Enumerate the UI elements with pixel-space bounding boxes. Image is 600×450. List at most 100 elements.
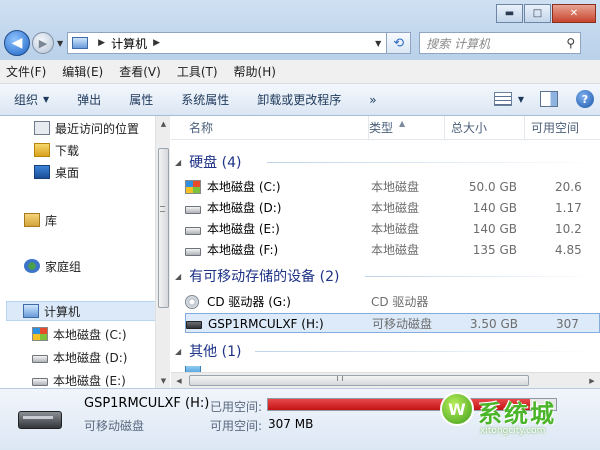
drive-type: CD 驱动器 [371,295,429,309]
details-drive-name: GSP1RMCULXF (H:) [84,396,210,411]
preview-pane-icon[interactable] [540,91,558,107]
drive-total-size: 135 GB [472,243,517,257]
drive-total-size: 50.0 GB [468,180,517,194]
recent-pages-dropdown[interactable]: ▼ [57,39,63,48]
scroll-left-icon[interactable]: ◀ [171,373,187,389]
system-properties-button[interactable]: 系统属性 [181,91,229,108]
drive-row-c[interactable]: 本地磁盘 (C:) 本地磁盘 50.0 GB 20.6 [185,177,600,197]
column-type-label: 类型 [369,121,394,135]
column-header-total[interactable]: 总大小 [445,116,525,140]
back-button[interactable]: ◀ [4,30,30,56]
downloads-folder-icon [34,143,50,157]
sidebar-item-label: 本地磁盘 (C:) [53,327,127,342]
watermark-text: 系统城 [478,400,556,428]
watermark-logo-icon: W [440,392,474,426]
collapse-group-icon[interactable]: ◢ [175,158,181,167]
drive-total-size: 140 GB [472,201,517,215]
hard-drive-icon [185,227,201,235]
collapse-group-icon[interactable]: ◢ [175,272,181,281]
eject-button[interactable]: 弹出 [77,91,101,108]
menu-view[interactable]: 查看(V) [119,63,161,80]
drive-row-e[interactable]: 本地磁盘 (E:) 本地磁盘 140 GB 10.2 [185,219,600,239]
sidebar-item-drive-e[interactable]: 本地磁盘 (E:) [32,370,169,388]
close-button[interactable]: ✕ [552,4,596,23]
drive-name: 本地磁盘 (D:) [207,201,282,215]
search-input[interactable]: 搜索 计算机 ⚲ [419,32,582,54]
usb-drive-icon [186,321,202,329]
address-bar[interactable]: ▶ 计算机 ▶ ▼ [67,32,388,54]
uninstall-button[interactable]: 卸载或更改程序 [257,91,341,108]
help-icon[interactable]: ? [576,90,594,108]
address-dropdown-icon[interactable]: ▼ [370,39,386,48]
search-icon[interactable]: ⚲ [566,36,575,50]
drive-type: 本地磁盘 [371,180,420,194]
menu-file[interactable]: 文件(F) [6,63,46,80]
column-headers: 名称 类型 ▲ 总大小 可用空间 [171,116,600,140]
maximize-button[interactable]: □ [524,4,551,23]
group-title: 硬盘 (4) [189,155,242,171]
command-bar: 组织 ▼ 弹出 属性 系统属性 卸载或更改程序 » ▼ ? [0,84,600,116]
menu-bar: 文件(F) 编辑(E) 查看(V) 工具(T) 帮助(H) [0,60,600,84]
group-header-hard-disks[interactable]: ◢ 硬盘 (4) [175,152,241,172]
menu-help[interactable]: 帮助(H) [234,63,276,80]
drive-name: CD 驱动器 (G:) [207,295,291,309]
windows-drive-icon [185,180,201,194]
group-title: 其他 (1) [189,344,242,360]
file-list-pane: 名称 类型 ▲ 总大小 可用空间 ◢ 硬盘 (4) 本地磁盘 (C:) 本地磁盘… [171,116,600,388]
scrollbar-grip-icon [160,206,165,212]
sidebar-item-label: 家庭组 [45,259,82,274]
more-commands-button[interactable]: » [369,93,376,107]
menu-tools[interactable]: 工具(T) [177,63,218,80]
computer-icon [23,304,39,318]
view-options-chevron-icon[interactable]: ▼ [518,95,524,104]
scroll-down-icon[interactable]: ▼ [156,373,171,388]
column-header-free[interactable]: 可用空间 [525,116,600,140]
drive-row-d[interactable]: 本地磁盘 (D:) 本地磁盘 140 GB 1.17 [185,198,600,218]
navigation-pane: 最近访问的位置 下载 桌面 库 家庭组 计算机 本地磁盘 (C:) 本地磁盘 (… [0,116,170,388]
window-chrome: ▬ □ ✕ ◀ ▶ ▼ ▶ 计算机 ▶ ▼ ⟲ 搜索 计算机 ⚲ [0,0,600,60]
sidebar-item-homegroup[interactable]: 家庭组 [24,256,169,276]
organize-button[interactable]: 组织 ▼ [14,91,49,108]
forward-button[interactable]: ▶ [32,32,54,54]
sidebar-item-label: 计算机 [44,304,81,319]
column-header-type[interactable]: 类型 ▲ [363,116,445,140]
group-divider [365,276,597,277]
hard-drive-icon [185,248,201,256]
sidebar-item-label: 最近访问的位置 [55,121,140,136]
sidebar-item-downloads[interactable]: 下载 [34,140,169,160]
sidebar-item-desktop[interactable]: 桌面 [34,162,169,182]
drive-row-f[interactable]: 本地磁盘 (F:) 本地磁盘 135 GB 4.85 [185,240,600,260]
scroll-right-icon[interactable]: ▶ [584,373,600,389]
change-view-icon[interactable] [493,92,512,106]
search-placeholder: 搜索 计算机 [426,36,490,51]
properties-button[interactable]: 属性 [129,91,153,108]
drive-row-g[interactable]: CD 驱动器 (G:) CD 驱动器 [185,292,600,312]
drive-free-space: 1.17 [555,201,582,215]
navigation-scrollbar[interactable]: ▲ ▼ [155,116,170,388]
scrollbar-thumb[interactable] [158,148,169,308]
breadcrumb-separator-icon[interactable]: ▶ [153,38,160,48]
scroll-up-icon[interactable]: ▲ [156,116,171,131]
sidebar-item-computer[interactable]: 计算机 [6,301,161,321]
horizontal-scrollbar[interactable]: ◀ ▶ [171,372,600,388]
group-header-other[interactable]: ◢ 其他 (1) [175,341,241,361]
column-header-name[interactable]: 名称 [183,116,369,140]
menu-edit[interactable]: 编辑(E) [62,63,103,80]
drive-free-space: 20.6 [555,180,582,194]
sidebar-item-libraries[interactable]: 库 [24,210,169,230]
scrollbar-thumb[interactable] [189,375,529,386]
group-header-removable[interactable]: ◢ 有可移动存储的设备 (2) [175,266,339,286]
minimize-button[interactable]: ▬ [496,4,523,23]
toolbar-right: ▼ ? [493,90,594,108]
breadcrumb-computer[interactable]: 计算机 [111,35,147,52]
drive-row-h[interactable]: GSP1RMCULXF (H:) 可移动磁盘 3.50 GB 307 [185,313,600,333]
drive-free-space: 4.85 [555,243,582,257]
sidebar-item-recent[interactable]: 最近访问的位置 [34,118,169,138]
sidebar-item-drive-c[interactable]: 本地磁盘 (C:) [32,324,169,344]
breadcrumb-separator-icon[interactable]: ▶ [98,38,105,48]
sidebar-item-drive-d[interactable]: 本地磁盘 (D:) [32,347,169,367]
refresh-button[interactable]: ⟲ [387,32,412,54]
collapse-group-icon[interactable]: ◢ [175,347,181,356]
sidebar-item-label: 库 [45,213,58,228]
libraries-icon [24,213,40,227]
